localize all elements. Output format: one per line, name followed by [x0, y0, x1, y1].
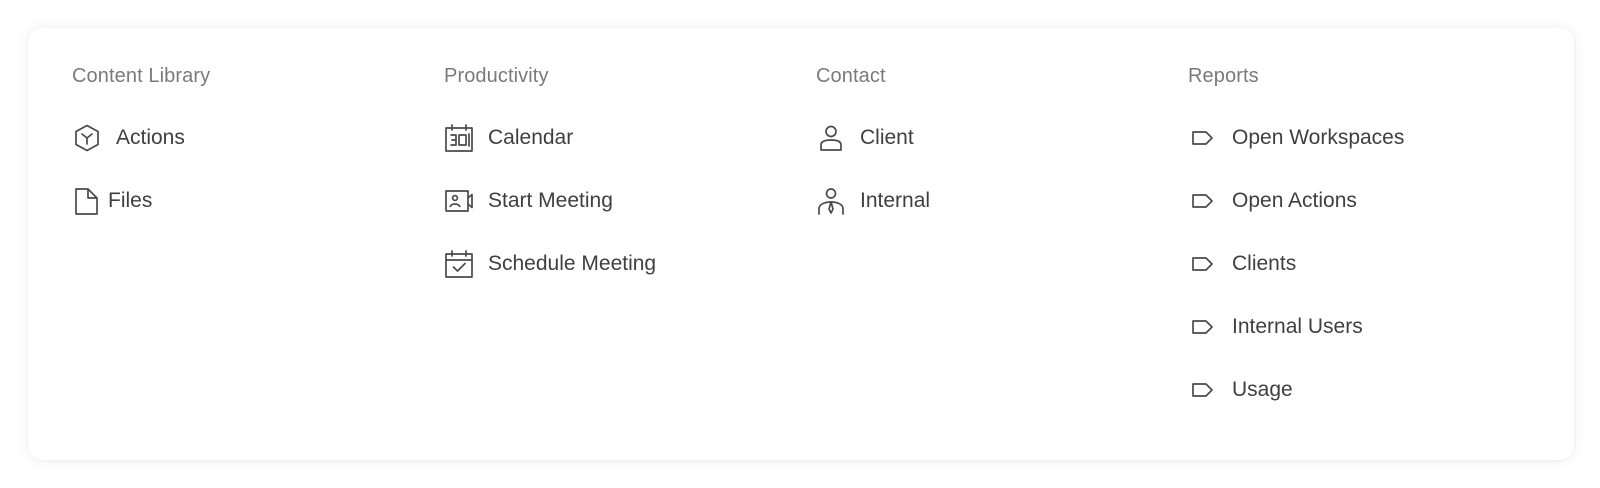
menu-item-calendar[interactable]: Calendar [444, 118, 573, 158]
menu-item-usage[interactable]: Usage [1188, 370, 1293, 410]
user-icon [816, 123, 846, 153]
column-heading-contact: Contact [816, 65, 886, 87]
menu-item-label: Internal [860, 189, 931, 212]
column-heading-content-library: Content Library [72, 65, 211, 87]
menu-item-schedule-meeting[interactable]: Schedule Meeting [444, 244, 656, 284]
file-icon [72, 186, 102, 216]
calendar-30-icon [444, 123, 474, 153]
menu-item-label: Start Meeting [488, 189, 613, 212]
column-heading-reports: Reports [1188, 65, 1259, 87]
menu-item-label: Actions [116, 126, 185, 149]
menu-item-label: Open Actions [1232, 189, 1357, 212]
menu-item-internal-users[interactable]: Internal Users [1188, 307, 1363, 347]
menu-item-label: Open Workspaces [1232, 126, 1405, 149]
navigation-menu-panel: Content Library Actions Files Productivi… [28, 28, 1574, 460]
cube-icon [72, 123, 102, 153]
tag-icon [1188, 375, 1218, 405]
menu-item-label: Clients [1232, 252, 1297, 275]
video-camera-icon [444, 186, 474, 216]
menu-item-open-actions[interactable]: Open Actions [1188, 181, 1357, 221]
tag-icon [1188, 249, 1218, 279]
menu-item-client[interactable]: Client [816, 118, 914, 158]
menu-item-start-meeting[interactable]: Start Meeting [444, 181, 613, 221]
tag-icon [1188, 123, 1218, 153]
menu-item-internal[interactable]: Internal [816, 181, 930, 221]
user-tie-icon [816, 186, 846, 216]
tag-icon [1188, 186, 1218, 216]
tag-icon [1188, 312, 1218, 342]
menu-item-label: Files [108, 189, 153, 212]
menu-item-label: Internal Users [1232, 315, 1363, 338]
menu-item-label: Schedule Meeting [488, 252, 657, 275]
menu-item-label: Calendar [488, 126, 574, 149]
menu-item-files[interactable]: Files [72, 181, 152, 221]
calendar-check-icon [444, 249, 474, 279]
menu-item-open-workspaces[interactable]: Open Workspaces [1188, 118, 1404, 158]
menu-item-clients[interactable]: Clients [1188, 244, 1296, 284]
column-heading-productivity: Productivity [444, 65, 549, 87]
menu-item-label: Client [860, 126, 914, 149]
menu-item-label: Usage [1232, 378, 1293, 401]
menu-item-actions[interactable]: Actions [72, 118, 185, 158]
